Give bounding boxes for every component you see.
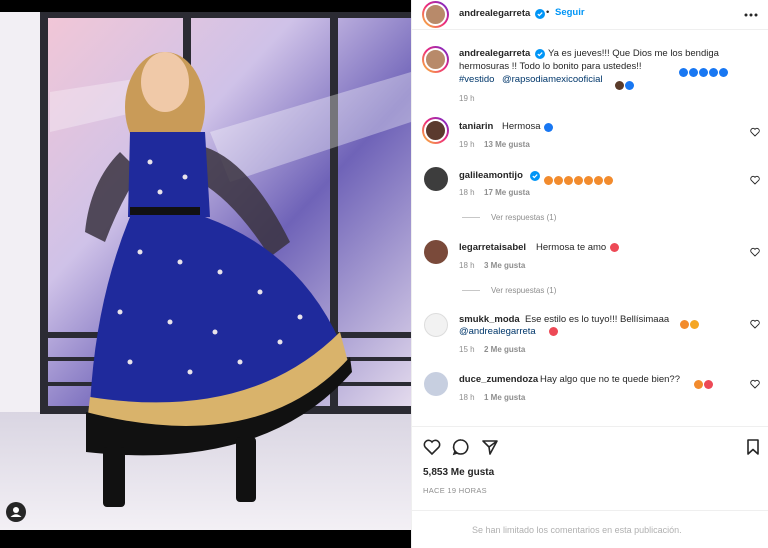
comment-time: 18 h [459, 261, 475, 270]
comment-text: Hermosa te amo [536, 242, 607, 253]
comment-emojis [544, 171, 614, 189]
heart-icon[interactable] [423, 438, 441, 456]
caption-line1: Ya es jueves!!! Que Dios me los bendiga [548, 48, 719, 59]
heart-icon[interactable] [750, 379, 760, 389]
comment-emojis [694, 375, 714, 393]
comment-time: 18 h [459, 393, 475, 402]
user-tag-icon[interactable] [6, 502, 26, 522]
comments-limited-notice: Se han limitado los comentarios en esta … [472, 525, 682, 535]
heart-icon[interactable] [750, 247, 760, 257]
comment-time: 18 h [459, 188, 475, 197]
comment-time: 19 h [459, 140, 475, 149]
heart-icon[interactable] [750, 127, 760, 137]
comment-avatar[interactable] [424, 372, 448, 396]
caption-line2: hermosuras !! Todo lo bonito para ustede… [459, 61, 642, 72]
comment-mention[interactable]: @andrealegarreta [459, 326, 536, 338]
caption-emojis [615, 76, 635, 94]
comment-text: Ese estilo es lo tuyo!!! Bellísimaaa [525, 314, 670, 325]
red-heart-icon [549, 327, 558, 336]
comment-avatar[interactable] [424, 167, 448, 191]
likes-count[interactable]: 5,853 Me gusta [423, 467, 494, 479]
comment-icon[interactable] [452, 438, 470, 456]
caption-username[interactable]: andrealegarreta [459, 48, 530, 60]
posted-time: HACE 19 HORAS [423, 486, 487, 495]
comment-avatar[interactable] [424, 240, 448, 264]
verified-icon [535, 9, 545, 19]
comment-likes[interactable]: 13 Me gusta [484, 139, 530, 151]
heart-icon[interactable] [750, 175, 760, 185]
heart-icon[interactable] [750, 319, 760, 329]
follow-button[interactable]: Seguir [555, 7, 585, 19]
comment-emojis [680, 315, 700, 333]
comment-username[interactable]: taniarin [459, 121, 493, 133]
comment-avatar[interactable] [424, 313, 448, 337]
view-replies-button[interactable]: Ver respuestas (1) [491, 285, 556, 297]
author-avatar[interactable] [422, 1, 449, 28]
more-icon[interactable] [744, 13, 758, 17]
comment-username[interactable]: duce_zumendoza [459, 374, 538, 386]
comment-username[interactable]: smukk_moda [459, 314, 520, 326]
comment-time: 15 h [459, 345, 475, 354]
comment-likes[interactable]: 17 Me gusta [484, 187, 530, 199]
caption-avatar[interactable] [422, 46, 449, 73]
instagram-post-modal: andrealegarreta • Seguir andrealegarreta… [0, 0, 768, 548]
comment-text: Hay algo que no te quede bien?? [540, 374, 680, 385]
notice-divider [412, 510, 768, 511]
author-username[interactable]: andrealegarreta [459, 8, 530, 20]
comment-username[interactable]: legarretaisabel [459, 242, 526, 254]
post-media [0, 0, 411, 548]
comment-likes[interactable]: 1 Me gusta [484, 392, 525, 404]
view-replies-button[interactable]: Ver respuestas (1) [491, 212, 556, 224]
red-heart-icon [610, 243, 619, 252]
comment-likes[interactable]: 2 Me gusta [484, 344, 525, 356]
caption-blue-hearts [679, 63, 729, 81]
blue-heart-icon [544, 123, 553, 132]
comment-username[interactable]: galileamontijo [459, 170, 523, 182]
actions-divider [412, 426, 768, 427]
post-header: andrealegarreta • Seguir [412, 0, 768, 30]
comment-likes[interactable]: 3 Me gusta [484, 260, 525, 272]
verified-icon [530, 171, 540, 181]
dress-photo-illustration [0, 12, 411, 530]
post-sidebar: andrealegarreta • Seguir andrealegarreta… [411, 0, 768, 548]
share-icon[interactable] [481, 438, 499, 456]
bookmark-icon[interactable] [745, 438, 761, 456]
verified-icon [535, 49, 545, 59]
header-dot: • [546, 7, 550, 18]
caption-hashtag[interactable]: #vestido [459, 74, 494, 86]
comment-text: Hermosa [502, 121, 541, 132]
caption-time: 19 h [459, 94, 475, 103]
replies-divider [462, 290, 480, 291]
caption-mention[interactable]: @rapsodiamexicooficial [502, 74, 602, 86]
comment-avatar[interactable] [422, 117, 449, 144]
post-photo[interactable] [0, 12, 411, 530]
replies-divider [462, 217, 480, 218]
